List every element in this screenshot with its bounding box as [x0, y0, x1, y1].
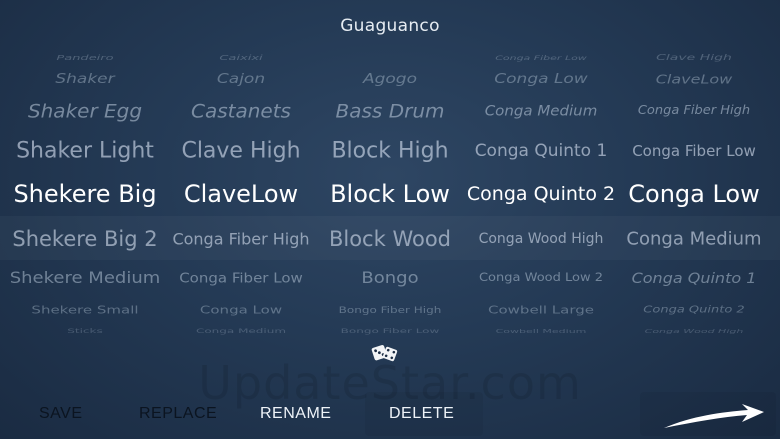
picker-item[interactable]: Conga Wood High: [462, 231, 620, 247]
picker-item-selected[interactable]: Block Low: [312, 180, 468, 208]
picker-item[interactable]: Conga Quinto 1: [462, 141, 620, 161]
picker-item[interactable]: Shaker: [4, 71, 166, 87]
picker-item[interactable]: Bass Drum: [312, 100, 468, 122]
picker-item[interactable]: Clave High: [160, 139, 322, 164]
picker-item[interactable]: Conga Low: [462, 71, 620, 87]
picker-item[interactable]: Conga Quinto 1: [614, 270, 774, 287]
picker-item[interactable]: Conga Fiber Low: [462, 54, 620, 61]
picker-item[interactable]: Bongo Fiber Low: [312, 328, 468, 335]
page-title: Guaguanco: [340, 16, 440, 36]
picker-item-selected[interactable]: ClaveLow: [160, 180, 322, 208]
picker-item[interactable]: Conga Medium: [462, 103, 620, 120]
picker-column-4[interactable]: Conga Fiber Low Conga Low Conga Medium C…: [462, 44, 620, 344]
picker-column-2[interactable]: Caixixi Cajon Castanets Clave High Clave…: [160, 44, 322, 344]
replace-button[interactable]: REPLACE: [139, 405, 217, 423]
delete-button[interactable]: DELETE: [389, 405, 454, 423]
save-button[interactable]: SAVE: [39, 405, 83, 423]
picker-item[interactable]: Cowbell Medium: [462, 328, 620, 335]
picker-item-selected[interactable]: Shekere Big: [4, 180, 166, 208]
picker-item[interactable]: Block High: [312, 139, 468, 164]
picker-item[interactable]: Conga Fiber Low: [614, 142, 774, 160]
picker-item[interactable]: Pandeiro: [4, 54, 166, 62]
picker-item[interactable]: Shaker Light: [4, 139, 166, 164]
picker-item[interactable]: Shekere Small: [4, 304, 166, 317]
picker-item[interactable]: Shaker Egg: [4, 100, 166, 122]
sound-picker[interactable]: Pandeiro Shaker Shaker Egg Shaker Light …: [0, 44, 780, 344]
picker-item[interactable]: Conga Fiber High: [614, 104, 774, 118]
picker-item[interactable]: Conga Wood High: [614, 328, 774, 335]
picker-item[interactable]: Cajon: [160, 71, 322, 87]
picker-item[interactable]: Conga Medium: [160, 328, 322, 335]
picker-item[interactable]: Shekere Medium: [4, 269, 166, 287]
picker-item[interactable]: Conga Fiber High: [160, 230, 322, 249]
picker-item[interactable]: Conga Low: [160, 304, 322, 317]
picker-item-selected[interactable]: Conga Low: [614, 180, 774, 208]
picker-item[interactable]: Conga Medium: [614, 229, 774, 250]
picker-item[interactable]: Block Wood: [312, 227, 468, 251]
picker-column-3[interactable]: Agogo Bass Drum Block High Block Low Blo…: [312, 44, 468, 344]
picker-item[interactable]: Cowbell Large: [462, 304, 620, 317]
picker-item[interactable]: Conga Fiber Low: [160, 270, 322, 286]
picker-item[interactable]: Shekere Big 2: [4, 227, 166, 251]
picker-column-5[interactable]: Clave High ClaveLow Conga Fiber High Con…: [614, 44, 774, 344]
picker-item[interactable]: Caixixi: [160, 54, 322, 62]
picker-item[interactable]: Castanets: [160, 100, 322, 122]
picker-item[interactable]: Clave High: [614, 54, 774, 63]
picker-item[interactable]: Conga Quinto 2: [614, 305, 774, 316]
forward-arrow-icon[interactable]: [662, 398, 766, 432]
picker-item-selected[interactable]: Conga Quinto 2: [462, 183, 620, 205]
picker-item[interactable]: Bongo: [312, 269, 468, 287]
picker-item[interactable]: Agogo: [312, 71, 468, 87]
picker-item[interactable]: Sticks: [4, 328, 166, 335]
picker-item[interactable]: ClaveLow: [614, 72, 774, 87]
rename-button[interactable]: RENAME: [260, 405, 331, 423]
picker-column-1[interactable]: Pandeiro Shaker Shaker Egg Shaker Light …: [4, 44, 166, 344]
picker-item[interactable]: Conga Wood Low 2: [462, 271, 620, 284]
picker-item[interactable]: Bongo Fiber High: [312, 305, 468, 315]
